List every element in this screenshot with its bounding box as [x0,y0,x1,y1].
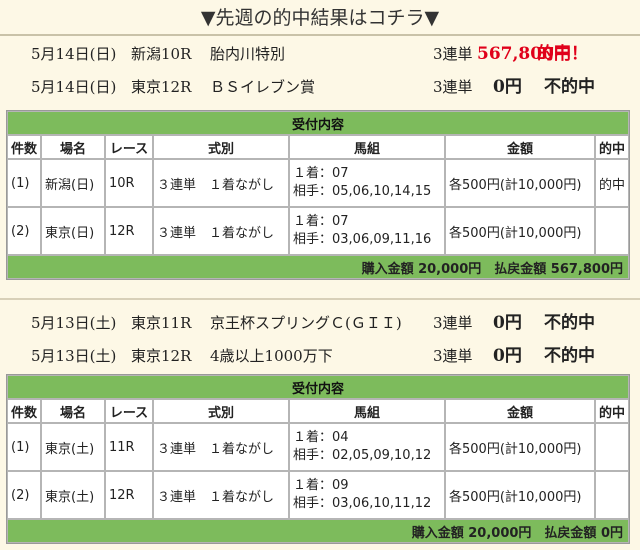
table-row: (1) 新潟(日) 10R ３連単 １着ながし １着：07 相手：05,06,10… [7,159,629,207]
race-track: 東京12R [131,347,192,365]
summary-row: 5月13日(土) 東京11R 京王杯スプリングＣ(ＧＩＩ) 3連単 0円 不的中 [0,307,640,340]
bet-amount: 各500円(計10,000円) [445,471,595,519]
week-summary-1: 5月14日(日) 新潟10R 胎内川特別 3連単 567,800円 的中！ 5月… [0,38,640,104]
bet-table: 受付内容 件数 場名 レース 式別 馬組 金額 的中 (1) 東京(土) 11R… [6,374,630,544]
week-summary-2: 5月13日(土) 東京11R 京王杯スプリングＣ(ＧＩＩ) 3連単 0円 不的中… [0,307,640,373]
bet-number: (2) [7,207,41,255]
bet-place: 東京(土) [41,423,105,471]
race-name: 京王杯スプリングＣ(ＧＩＩ) [210,314,402,332]
race-track: 東京12R [131,78,192,96]
bet-hit [595,471,629,519]
summary-row: 5月14日(日) 新潟10R 胎内川特別 3連単 567,800円 的中！ [0,38,640,71]
bet-combo: １着：09 相手：03,06,10,11,12 [289,471,445,519]
column-header: 金額 [445,135,595,159]
race-track: 東京11R [131,314,192,332]
bet-number: (1) [7,423,41,471]
bet-kind: 3連単 [433,45,473,63]
race-name: 胎内川特別 [210,45,286,63]
bet-combo: １着：04 相手：02,05,09,10,12 [289,423,445,471]
race-date: 5月13日(土) [31,314,117,332]
result-label: 不的中 [544,313,595,333]
column-header: 的中 [595,399,629,423]
table-title: 受付内容 [7,111,629,135]
bet-type: ３連単 １着ながし [153,423,289,471]
column-header: 場名 [41,135,105,159]
table-row: (1) 東京(土) 11R ３連単 １着ながし １着：04 相手：02,05,09… [7,423,629,471]
table-row: (2) 東京(日) 12R ３連単 １着ながし １着：07 相手：03,06,09… [7,207,629,255]
partners: 相手：03,06,10,11,12 [293,496,432,511]
bet-race: 11R [105,423,153,471]
bet-place: 東京(日) [41,207,105,255]
partners: 相手：05,06,10,14,15 [293,184,432,199]
bet-hit [595,423,629,471]
table-row: (2) 東京(土) 12R ３連単 １着ながし １着：09 相手：03,06,10… [7,471,629,519]
table-title: 受付内容 [7,375,629,399]
column-header: 件数 [7,135,41,159]
payout-amount: 0円 [493,313,522,333]
bet-type: ３連単 １着ながし [153,207,289,255]
bet-kind: 3連単 [433,314,473,332]
bet-type: ３連単 １着ながし [153,471,289,519]
column-header: 馬組 [289,399,445,423]
bet-kind: 3連単 [433,347,473,365]
bet-hit: 的中 [595,159,629,207]
bet-hit [595,207,629,255]
bet-amount: 各500円(計10,000円) [445,207,595,255]
first-place: １着：07 [293,214,349,229]
bet-table: 受付内容 件数 場名 レース 式別 馬組 金額 的中 (1) 新潟(日) 10R… [6,110,630,280]
bet-place: 新潟(日) [41,159,105,207]
column-header: 馬組 [289,135,445,159]
result-label: 的中！ [537,44,588,64]
race-name: 4歳以上1000万下 [210,347,333,365]
column-header: 金額 [445,399,595,423]
bet-number: (2) [7,471,41,519]
column-header: レース [105,135,153,159]
bet-race: 10R [105,159,153,207]
bet-amount: 各500円(計10,000円) [445,423,595,471]
bet-race: 12R [105,471,153,519]
bet-place: 東京(土) [41,471,105,519]
column-header: 式別 [153,399,289,423]
divider [0,298,640,300]
result-label: 不的中 [544,346,595,366]
race-date: 5月13日(土) [31,347,117,365]
bet-race: 12R [105,207,153,255]
race-date: 5月14日(日) [31,78,117,96]
bet-type: ３連単 １着ながし [153,159,289,207]
first-place: １着：07 [293,166,349,181]
first-place: １着：09 [293,478,349,493]
partners: 相手：02,05,09,10,12 [293,448,432,463]
bet-combo: １着：07 相手：03,06,09,11,16 [289,207,445,255]
column-header: 的中 [595,135,629,159]
race-date: 5月14日(日) [31,45,117,63]
column-header: 件数 [7,399,41,423]
payout-amount: 0円 [493,77,522,97]
table-footer: 購入金額 20,000円 払戻金額 0円 [7,519,629,543]
payout-amount: 0円 [493,346,522,366]
partners: 相手：03,06,09,11,16 [293,232,432,247]
result-label: 不的中 [544,77,595,97]
bet-kind: 3連単 [433,78,473,96]
summary-row: 5月13日(土) 東京12R 4歳以上1000万下 3連単 0円 不的中 [0,340,640,373]
bet-number: (1) [7,159,41,207]
race-name: ＢＳイレブン賞 [210,78,316,96]
column-header: 場名 [41,399,105,423]
race-track: 新潟10R [131,45,192,63]
column-header: 式別 [153,135,289,159]
bet-combo: １着：07 相手：05,06,10,14,15 [289,159,445,207]
summary-row: 5月14日(日) 東京12R ＢＳイレブン賞 3連単 0円 不的中 [0,71,640,104]
table-footer: 購入金額 20,000円 払戻金額 567,800円 [7,255,629,279]
first-place: １着：04 [293,430,349,445]
bet-amount: 各500円(計10,000円) [445,159,595,207]
page-title: ▼先週の的中結果はコチラ▼ [0,0,640,36]
column-header: レース [105,399,153,423]
